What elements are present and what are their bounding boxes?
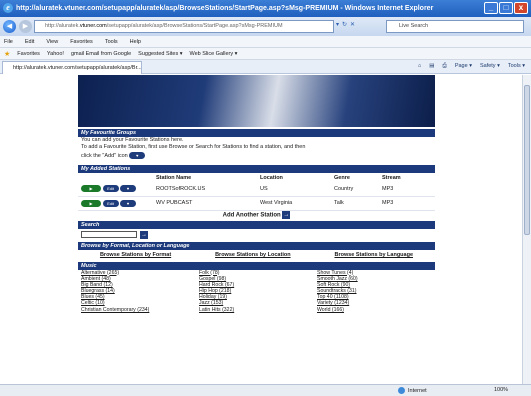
stop-icon[interactable]: ✕ [350, 21, 355, 28]
close-button[interactable]: x [514, 2, 528, 14]
search-heading: Search [78, 220, 435, 229]
security-zone: Internet [408, 387, 427, 394]
favorites-star-icon: ★ [4, 50, 11, 58]
station-genre: Talk [334, 196, 382, 211]
favorites-bar: ★ Favorites Yahoo! gmail Email from Goog… [0, 48, 531, 60]
scrollbar-thumb[interactable] [524, 85, 530, 235]
fav-item-gmail[interactable]: gmail Email from Google [71, 51, 131, 57]
maximize-button[interactable]: □ [499, 2, 513, 14]
header-banner [78, 75, 435, 127]
col-location: Location [260, 174, 283, 181]
favourite-groups-line1: You can add your Favourite Stations here… [81, 137, 184, 143]
tools-menu[interactable]: Tools ▾ [508, 63, 525, 70]
tab-bar: http://aluratek.vtuner.com/setupapp/alur… [0, 60, 531, 74]
back-button[interactable]: ◀ [3, 20, 16, 33]
col-genre: Genre [334, 174, 350, 181]
menu-view[interactable]: View [46, 39, 58, 45]
edit-button[interactable]: Edit [102, 185, 119, 193]
url-domain: vtuner.com [79, 23, 107, 29]
compat-view-icon[interactable]: ▾ [336, 21, 339, 28]
search-input[interactable]: Live Search [386, 20, 524, 33]
remove-favorite-button[interactable]: ♥ [120, 185, 137, 193]
search-go-button[interactable]: → [140, 230, 148, 239]
favourite-groups-heading: My Favourite Groups [78, 129, 435, 137]
added-stations-table: Station Name Location Genre Stream ▶ Edi… [78, 173, 435, 211]
title-bar: e http://aluratek.vtuner.com/setupapp/al… [0, 0, 531, 17]
add-station-arrow-icon[interactable]: → [282, 210, 291, 219]
station-stream: MP3 [382, 182, 435, 197]
safety-menu[interactable]: Safety ▾ [480, 63, 500, 70]
refresh-icon[interactable]: ↻ [342, 21, 347, 28]
genre-link[interactable]: Christian Contemporary (234) [81, 307, 199, 313]
station-search-input[interactable] [81, 231, 137, 238]
station-location: West Virginia [260, 196, 334, 211]
favourite-groups-line3: click the "Add" icon [81, 153, 128, 159]
play-button[interactable]: ▶ [81, 185, 101, 193]
table-row: ▶ Edit ♥ ROOTSofROCK.US US Country MP3 [78, 182, 435, 197]
favorites-button[interactable]: Favorites [17, 51, 40, 57]
command-bar: ⌂ ▤ ⎙ Page ▾ Safety ▾ Tools ▾ [418, 63, 525, 70]
menu-edit[interactable]: Edit [25, 39, 34, 45]
page-menu[interactable]: Page ▾ [455, 63, 472, 70]
station-name: WV PUBCAST [156, 196, 260, 211]
genre-list: Alternative (265) Folk (78) Show Tunes (… [78, 270, 435, 313]
address-toolbar: ◀ ▶ http://aluratek.vtuner.com/setupapp/… [0, 17, 531, 36]
forward-button[interactable]: ▶ [19, 20, 32, 33]
ie-logo-icon: e [3, 3, 13, 13]
menu-tools[interactable]: Tools [105, 39, 118, 45]
genre-link[interactable]: Latin Hits (322) [199, 307, 317, 313]
browse-heading: Browse by Format, Location or Language [78, 241, 435, 250]
station-genre: Country [334, 182, 382, 197]
browse-by-location-link[interactable]: Browse Stations by Location [215, 252, 290, 258]
fav-item-webslice[interactable]: Web Slice Gallery ▾ [190, 51, 238, 57]
menu-bar: File Edit View Favorites Tools Help [0, 36, 531, 48]
remove-favorite-button[interactable]: ♥ [120, 199, 137, 207]
station-location: US [260, 182, 334, 197]
page-viewport: My Favourite Groups You can add your Fav… [0, 75, 522, 384]
added-stations-heading: My Added Stations [78, 165, 435, 173]
genre-link[interactable]: World (166) [317, 307, 435, 313]
play-button[interactable]: ▶ [81, 199, 101, 207]
menu-help[interactable]: Help [130, 39, 141, 45]
station-name: ROOTSofROCK.US [156, 182, 260, 197]
favourite-groups-line2: To add a Favourite Station, first use Br… [81, 144, 306, 150]
fav-item-suggested[interactable]: Suggested Sites ▾ [138, 51, 182, 57]
tab-current[interactable]: http://aluratek.vtuner.com/setupapp/alur… [2, 61, 142, 74]
table-row: ▶ Edit ♥ WV PUBCAST West Virginia Talk M… [78, 196, 435, 211]
zoom-level[interactable]: 100% [494, 387, 508, 393]
fav-item-yahoo[interactable]: Yahoo! [47, 51, 64, 57]
music-heading: Music [78, 261, 435, 270]
browse-by-format-link[interactable]: Browse Stations by Format [100, 252, 171, 258]
browse-by-language-link[interactable]: Browse Stations by Language [334, 252, 413, 258]
add-icon: ♥ [129, 152, 146, 160]
col-station-name: Station Name [156, 174, 192, 181]
menu-file[interactable]: File [4, 39, 13, 45]
print-icon[interactable]: ⎙ [442, 63, 446, 70]
menu-favorites[interactable]: Favorites [70, 39, 93, 45]
edit-button[interactable]: Edit [102, 199, 119, 207]
add-another-station-link[interactable]: Add Another Station [223, 212, 281, 218]
feeds-icon[interactable]: ▤ [429, 63, 434, 70]
minimize-button[interactable]: _ [484, 2, 498, 14]
home-icon[interactable]: ⌂ [418, 63, 421, 70]
vertical-scrollbar[interactable] [522, 75, 531, 384]
station-stream: MP3 [382, 196, 435, 211]
url-rest: /setupapp/aluratek/asp/BrowseStations/St… [106, 23, 283, 29]
internet-zone-icon [398, 387, 405, 394]
window-title: http://aluratek.vtuner.com/setupapp/alur… [16, 5, 434, 12]
vtuner-page: My Favourite Groups You can add your Fav… [78, 75, 435, 384]
url-prefix: http://aluratek. [45, 23, 80, 29]
col-stream: Stream [382, 174, 401, 181]
status-bar: Internet 100% [0, 384, 531, 396]
address-field[interactable]: http://aluratek.vtuner.com/setupapp/alur… [34, 20, 334, 33]
